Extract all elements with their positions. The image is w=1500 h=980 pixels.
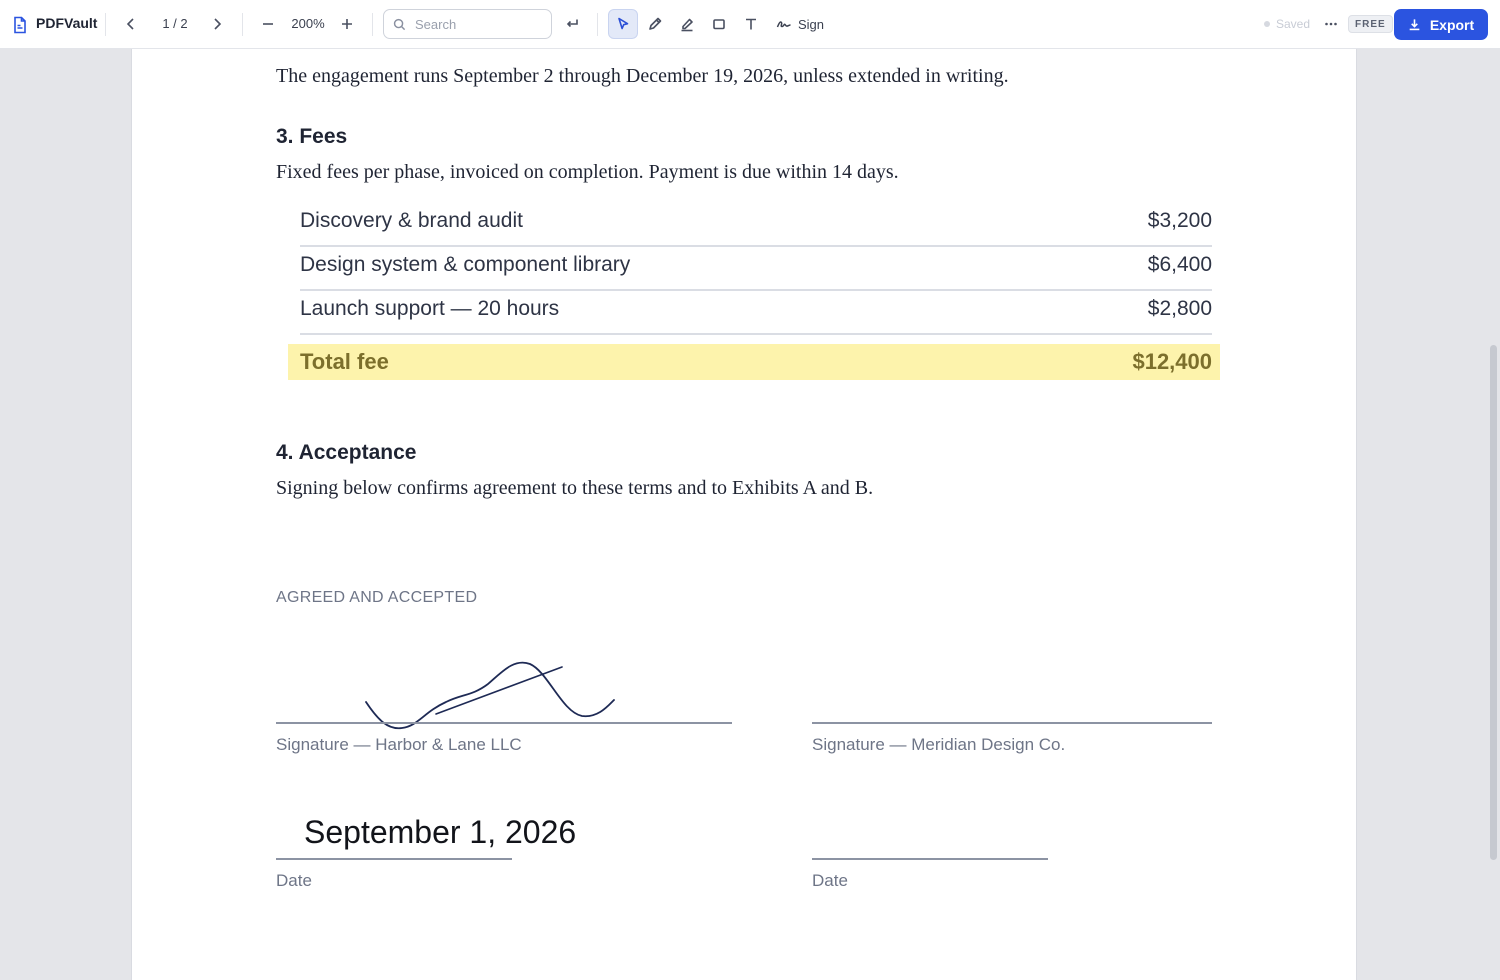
more-options-button[interactable] <box>1316 9 1346 39</box>
total-fee-label: Total fee <box>300 349 389 374</box>
previous-page-button[interactable] <box>116 9 146 39</box>
scrollbar-thumb[interactable] <box>1490 345 1497 860</box>
fee-line-item: Design system & component library $6,400 <box>300 247 1212 291</box>
fee-item-label: Design system & component library <box>300 253 631 276</box>
toolbar-divider <box>372 13 373 36</box>
left-date-line <box>276 858 512 860</box>
fees-description: Fixed fees per phase, invoiced on comple… <box>276 161 899 183</box>
fee-line-item: Launch support — 20 hours $2,800 <box>300 291 1212 335</box>
search-input[interactable] <box>413 15 537 33</box>
plus-icon <box>342 19 352 29</box>
cursor-icon <box>618 17 629 30</box>
fee-line-item: Discovery & brand audit $3,200 <box>300 203 1212 247</box>
document-page[interactable]: The engagement runs September 2 through … <box>132 49 1356 980</box>
left-date-entry[interactable]: September 1, 2026 <box>304 814 576 851</box>
right-date-line[interactable] <box>812 858 1048 860</box>
next-page-button[interactable] <box>202 9 232 39</box>
zoom-out-button[interactable] <box>253 9 283 39</box>
fee-item-label: Discovery & brand audit <box>300 209 523 232</box>
toolbar: PDFVault 1 / 2 200% Sign Saved <box>0 0 1500 49</box>
app-name: PDFVault <box>36 15 98 31</box>
export-button[interactable]: Export <box>1394 9 1488 40</box>
pen-tool-button[interactable] <box>640 9 670 39</box>
right-signature-line[interactable] <box>812 722 1212 724</box>
toolbar-divider <box>597 13 598 36</box>
fee-item-amount: $6,400 <box>1147 253 1212 276</box>
download-icon <box>1409 19 1420 31</box>
rectangle-icon <box>713 19 725 30</box>
right-signature-label: Signature — Meridian Design Co. <box>812 735 1066 754</box>
left-signature-line <box>276 722 732 724</box>
zoom-level[interactable]: 200% <box>284 16 332 31</box>
status-dot-icon <box>1264 21 1270 27</box>
search-box[interactable] <box>383 9 552 39</box>
chevron-right-icon <box>214 18 222 30</box>
fees-heading: 3. Fees <box>276 125 348 148</box>
fee-item-amount: $3,200 <box>1147 209 1212 232</box>
search-submit-button[interactable] <box>557 9 587 39</box>
fee-item-amount: $2,800 <box>1147 297 1212 320</box>
pencil-icon <box>649 17 662 30</box>
left-signature-label: Signature — Harbor & Lane LLC <box>276 735 522 754</box>
chevron-left-icon <box>126 18 134 30</box>
engagement-term-text: The engagement runs September 2 through … <box>276 65 1009 87</box>
left-date-label: Date <box>276 871 312 890</box>
fee-item-label: Launch support — 20 hours <box>300 297 560 320</box>
select-tool-button[interactable] <box>608 9 638 39</box>
highlight-tool-button[interactable] <box>672 9 702 39</box>
total-fee-row-highlight[interactable]: Total fee $12,400 <box>288 344 1220 380</box>
text-tool-button[interactable] <box>736 9 766 39</box>
sign-tool-button[interactable]: Sign <box>770 9 830 39</box>
plan-badge: FREE <box>1348 15 1393 33</box>
vertical-scrollbar[interactable] <box>1488 50 1500 980</box>
search-icon <box>393 18 406 30</box>
right-date-label: Date <box>812 871 848 890</box>
page-indicator: 1 / 2 <box>162 16 188 31</box>
minus-icon <box>263 23 273 25</box>
export-label: Export <box>1429 16 1475 33</box>
acceptance-heading: 4. Acceptance <box>276 441 417 464</box>
text-icon <box>746 18 756 30</box>
toolbar-divider <box>242 13 243 36</box>
enter-icon <box>566 19 578 28</box>
sign-tool-label: Sign <box>798 16 825 32</box>
save-status: Saved <box>1264 17 1310 31</box>
more-horizontal-icon <box>1325 22 1337 26</box>
zoom-in-button[interactable] <box>332 9 362 39</box>
save-status-label: Saved <box>1276 17 1311 31</box>
highlighter-icon <box>681 18 693 32</box>
signature-icon <box>776 21 791 28</box>
total-fee-amount: $12,400 <box>1132 349 1212 374</box>
toolbar-divider <box>105 13 106 36</box>
acceptance-text: Signing below confirms agreement to thes… <box>276 477 874 499</box>
pdf-file-icon <box>12 14 28 36</box>
agreed-accepted-header: AGREED AND ACCEPTED <box>276 589 478 606</box>
shape-tool-button[interactable] <box>704 9 734 39</box>
